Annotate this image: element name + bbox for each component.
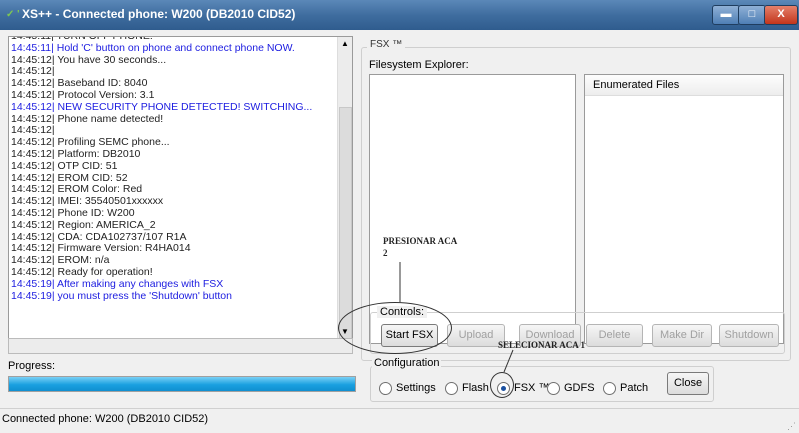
radio-gdfs[interactable]: GDFS	[547, 381, 595, 395]
scroll-thumb[interactable]	[339, 107, 352, 339]
annotation-circle-fsx	[490, 372, 514, 398]
scroll-up-icon[interactable]: ▲	[338, 37, 352, 51]
log-line: 14:45:19| After making any changes with …	[11, 277, 224, 290]
radio-fsx-label: FSX ™	[514, 382, 550, 394]
log-line: 14:45:12| Phone name detected!	[11, 112, 164, 125]
filesystem-explorer-label: Filesystem Explorer:	[369, 59, 469, 71]
fsx-group-label: FSX ™	[367, 39, 406, 50]
log-line: 14:45:12| Phone ID: W200	[11, 206, 135, 219]
radio-patch-dot[interactable]	[603, 381, 616, 395]
annotation-line-1	[503, 349, 514, 373]
make-dir-button[interactable]: Make Dir	[652, 324, 712, 347]
radio-patch[interactable]: Patch	[603, 381, 648, 395]
enumerated-files-header[interactable]: Enumerated Files	[585, 75, 783, 96]
radio-flash-label: Flash	[462, 382, 489, 394]
delete-button[interactable]: Delete	[586, 324, 643, 347]
minimize-button[interactable]: ▬	[712, 5, 740, 25]
radio-settings-label: Settings	[396, 382, 436, 394]
log-vertical-scrollbar[interactable]: ▲ ▼	[337, 37, 352, 339]
annotation-circle-start	[338, 302, 452, 354]
log-line: 14:45:12| Protocol Version: 3.1	[11, 88, 155, 101]
radio-settings-dot[interactable]	[379, 381, 392, 395]
log-line: 14:45:12| OTP CID: 51	[11, 159, 118, 172]
radio-gdfs-label: GDFS	[564, 382, 595, 394]
maximize-button[interactable]: □	[738, 5, 766, 25]
window-title: XS++ - Connected phone: W200 (DB2010 CID…	[22, 7, 296, 21]
radio-flash-dot[interactable]	[445, 381, 458, 395]
log-lines: 14:45:11| TURN OFF PHONE! 14:45:11| Hold …	[11, 37, 337, 302]
log-line: 14:45:11| Hold 'C' button on phone and c…	[11, 41, 295, 54]
radio-patch-label: Patch	[620, 382, 649, 394]
close-window-button[interactable]: X	[764, 5, 798, 25]
app-icon: ✓ '	[6, 9, 20, 20]
close-button[interactable]: Close	[667, 372, 709, 395]
annotation-number-2: 2	[383, 248, 388, 258]
annotation-line-2	[399, 262, 401, 302]
radio-gdfs-dot[interactable]	[547, 381, 560, 395]
radio-settings[interactable]: Settings	[379, 381, 436, 395]
radio-flash[interactable]: Flash	[445, 381, 489, 395]
progress-bar	[8, 376, 356, 392]
log-line: 14:45:12| You have 30 seconds...	[11, 53, 167, 66]
status-text: Connected phone: W200 (DB2010 CID52)	[2, 413, 209, 425]
annotation-presionar: PRESIONAR ACA	[383, 236, 458, 246]
log-line: 14:45:19| you must press the 'Shutdown' …	[11, 289, 232, 302]
log-line: 14:45:12| Ready for operation!	[11, 265, 153, 278]
log-panel[interactable]: 14:45:11| TURN OFF PHONE! 14:45:11| Hold …	[8, 36, 353, 340]
log-horizontal-scrollbar[interactable]	[8, 338, 353, 354]
title-bar: ✓ ' XS++ - Connected phone: W200 (DB2010…	[0, 0, 799, 30]
upload-button[interactable]: Upload	[447, 324, 505, 347]
shutdown-button[interactable]: Shutdown	[719, 324, 779, 347]
log-line: 14:45:12| Region: AMERICA_2	[11, 218, 156, 231]
resize-grip-icon[interactable]: ⋰	[787, 421, 797, 431]
enumerated-files-list[interactable]: Enumerated Files	[584, 74, 784, 344]
configuration-group: Configuration Settings Flash FSX ™ GDFS …	[370, 357, 714, 402]
log-line: 14:45:12| Platform: DB2010	[11, 147, 141, 160]
configuration-label: Configuration	[372, 357, 442, 369]
log-line: 14:45:12| NEW SECURITY PHONE DETECTED! S…	[11, 100, 313, 113]
status-bar: Connected phone: W200 (DB2010 CID52) ⋰	[0, 408, 799, 433]
progress-fill	[9, 377, 355, 391]
progress-label: Progress:	[8, 360, 56, 372]
